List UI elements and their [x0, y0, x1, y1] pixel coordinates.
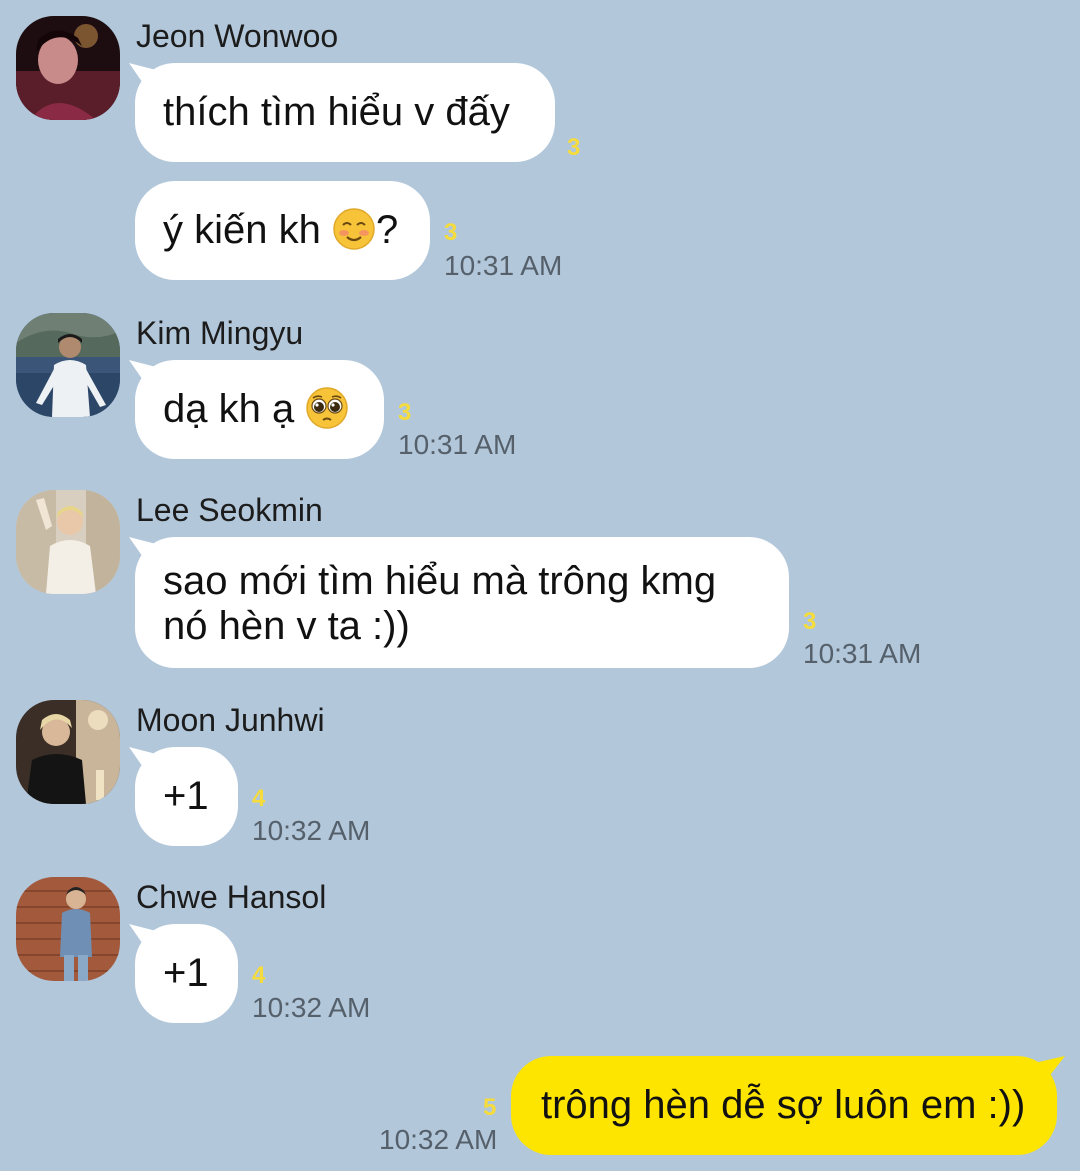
- unread-count: 3: [803, 608, 817, 635]
- my-message-bubble[interactable]: trông hèn dễ sợ luôn em :)): [511, 1056, 1057, 1155]
- profile-photo: [16, 700, 120, 804]
- message-timestamp: 10:32 AM: [252, 815, 371, 846]
- profile-photo: [16, 313, 120, 417]
- avatar-kim-mingyu[interactable]: [16, 313, 120, 417]
- message-text-line: sao mới tìm hiểu mà trông kmg: [163, 559, 717, 603]
- profile-photo: [16, 16, 120, 120]
- profile-photo: [16, 490, 120, 594]
- unread-count: 3: [567, 134, 581, 161]
- sender-name: Kim Mingyu: [136, 315, 304, 351]
- unread-count: 5: [483, 1094, 497, 1121]
- sender-name: Lee Seokmin: [136, 492, 323, 528]
- sender-name: Jeon Wonwoo: [136, 18, 339, 54]
- message-bubble[interactable]: thích tìm hiểu v đấy: [135, 63, 555, 162]
- message-bubble[interactable]: +1: [135, 747, 238, 846]
- avatar-lee-seokmin[interactable]: [16, 490, 120, 594]
- pleading-face-emoji: [305, 386, 349, 430]
- message-timestamp: 10:32 AM: [379, 1124, 498, 1155]
- message-timestamp: 10:31 AM: [803, 638, 922, 669]
- message-text: +1: [163, 951, 209, 995]
- message-text: ý kiến kh: [163, 208, 332, 252]
- message-bubble[interactable]: sao mới tìm hiểu mà trông kmg nó hèn v t…: [135, 537, 789, 668]
- message-text-suffix: ?: [375, 208, 399, 252]
- message-text: trông hèn dễ sợ luôn em :)): [541, 1083, 1026, 1127]
- message-timestamp: 10:31 AM: [398, 429, 517, 460]
- sender-name: Moon Junhwi: [136, 702, 325, 738]
- message-text-line: nó hèn v ta :)): [163, 604, 410, 648]
- message-text: +1: [163, 774, 209, 818]
- message-bubble[interactable]: +1: [135, 924, 238, 1023]
- message-timestamp: 10:32 AM: [252, 992, 371, 1023]
- unread-count: 4: [252, 785, 266, 812]
- unread-count: 3: [444, 219, 458, 246]
- message-bubble[interactable]: ý kiến kh ?: [135, 181, 430, 280]
- smiling-face-with-blush-emoji: [332, 207, 376, 251]
- avatar-chwe-hansol[interactable]: [16, 877, 120, 981]
- message-timestamp: 10:31 AM: [444, 250, 563, 281]
- unread-count: 4: [252, 962, 266, 989]
- unread-count: 3: [398, 399, 412, 426]
- avatar-moon-junhwi[interactable]: [16, 700, 120, 804]
- message-text: thích tìm hiểu v đấy: [163, 90, 510, 134]
- profile-photo: [16, 877, 120, 981]
- message-text: dạ kh ạ: [163, 387, 306, 431]
- sender-name: Chwe Hansol: [136, 879, 327, 915]
- avatar-jeon-wonwoo[interactable]: [16, 16, 120, 120]
- message-bubble[interactable]: dạ kh ạ: [135, 360, 384, 459]
